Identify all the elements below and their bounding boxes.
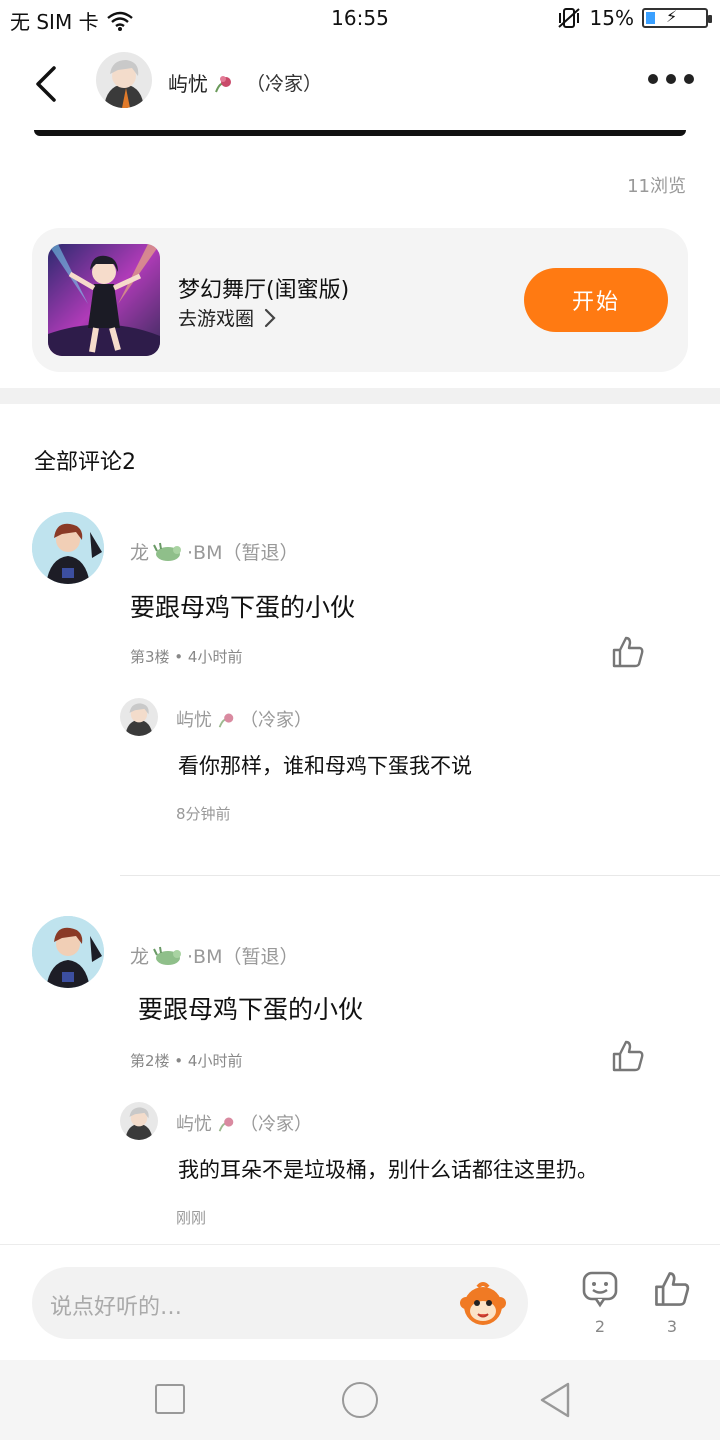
battery-percent: 15% bbox=[589, 6, 634, 30]
flower-emoji-icon bbox=[215, 75, 231, 92]
commenter-name-suffix: ·BM（暂退） bbox=[187, 946, 299, 968]
dot-icon bbox=[666, 74, 676, 84]
status-right: 15% ⚡ bbox=[556, 6, 712, 30]
commenter-name-suffix: ·BM（暂退） bbox=[187, 542, 299, 564]
reply-author-text: 屿忧 bbox=[176, 710, 212, 731]
game-title: 梦幻舞厅(闺蜜版) bbox=[178, 278, 350, 303]
avatar-image bbox=[120, 1102, 158, 1140]
comment-bubble-icon bbox=[582, 1271, 618, 1308]
recent-apps-button[interactable] bbox=[155, 1384, 185, 1414]
reply-time: 8分钟前 bbox=[176, 805, 231, 823]
game-card[interactable]: 梦幻舞厅(闺蜜版) 去游戏圈 开始 bbox=[32, 228, 688, 372]
flower-emoji-icon bbox=[218, 713, 234, 728]
commenter-avatar[interactable] bbox=[32, 916, 104, 988]
comment-like-button[interactable] bbox=[610, 1038, 646, 1074]
wifi-icon bbox=[106, 11, 133, 31]
dot-icon bbox=[684, 74, 694, 84]
commenter-name[interactable]: 龙 ·BM（暂退） bbox=[130, 538, 298, 565]
comment-text: 要跟母鸡下蛋的小伙 bbox=[130, 593, 356, 622]
game-thumbnail[interactable] bbox=[48, 244, 160, 356]
view-count: 11浏览 bbox=[627, 176, 686, 197]
avatar-image bbox=[32, 916, 104, 988]
reply-author-tag: （冷家） bbox=[240, 710, 312, 731]
system-back-button[interactable] bbox=[536, 1380, 572, 1420]
dragon-emoji-icon bbox=[153, 542, 182, 561]
comment-input-placeholder: 说点好听的… bbox=[50, 1295, 183, 1320]
comment-divider bbox=[120, 875, 720, 876]
battery-icon: ⚡ bbox=[642, 7, 712, 28]
game-circle-link-label: 去游戏圈 bbox=[178, 308, 255, 330]
comments-heading: 全部评论2 bbox=[34, 450, 136, 475]
thumbs-up-icon bbox=[612, 1040, 644, 1072]
back-button[interactable] bbox=[28, 62, 68, 106]
reply-avatar[interactable] bbox=[120, 1102, 158, 1140]
comment-text: 要跟母鸡下蛋的小伙 bbox=[130, 995, 363, 1024]
reply-text: 我的耳朵不是垃圾桶，别什么话都往这里扔。 bbox=[178, 1158, 598, 1182]
likes-count: 3 bbox=[666, 1317, 678, 1336]
reply-author-tag: （冷家） bbox=[240, 1114, 312, 1135]
commenter-name[interactable]: 龙 ·BM（暂退） bbox=[130, 942, 298, 969]
comments-count: 2 bbox=[594, 1317, 606, 1336]
author-tag: （冷家） bbox=[246, 73, 323, 95]
battery-fill bbox=[646, 12, 655, 24]
dot-icon bbox=[648, 74, 658, 84]
author-name[interactable]: 屿忧 （冷家） bbox=[168, 68, 322, 97]
game-circle-link[interactable]: 去游戏圈 bbox=[178, 304, 276, 331]
reply-author[interactable]: 屿忧 （冷家） bbox=[176, 1110, 312, 1136]
flower-emoji-icon bbox=[218, 1117, 234, 1132]
commenter-avatar[interactable] bbox=[32, 512, 104, 584]
monkey-emoji-icon bbox=[460, 1282, 506, 1325]
game-thumbnail-image bbox=[48, 244, 160, 356]
author-avatar[interactable] bbox=[96, 52, 152, 108]
content-bottom-edge bbox=[34, 130, 686, 136]
status-left: 无 SIM 卡 bbox=[10, 6, 133, 35]
comment-input-bar: 说点好听的… 2 3 bbox=[0, 1244, 720, 1360]
reply-avatar[interactable] bbox=[120, 698, 158, 736]
author-name-text: 屿忧 bbox=[168, 72, 208, 96]
chevron-right-icon bbox=[264, 308, 276, 327]
vibrate-off-icon bbox=[557, 8, 580, 28]
dragon-emoji-icon bbox=[153, 946, 182, 965]
post-header: 屿忧 （冷家） bbox=[0, 44, 720, 124]
system-nav-bar bbox=[0, 1360, 720, 1440]
emoji-button[interactable] bbox=[458, 1279, 508, 1329]
more-options-button[interactable] bbox=[648, 74, 694, 84]
triangle-back-icon bbox=[540, 1382, 570, 1418]
comment-meta: 第2楼 • 4小时前 bbox=[130, 1052, 243, 1070]
carrier-label: 无 SIM 卡 bbox=[10, 10, 99, 34]
comment-input[interactable]: 说点好听的… bbox=[32, 1267, 528, 1339]
comment-like-button[interactable] bbox=[610, 634, 646, 670]
reply-time: 刚刚 bbox=[176, 1209, 207, 1227]
status-bar: 无 SIM 卡 16:55 15% ⚡ bbox=[0, 0, 720, 36]
home-button[interactable] bbox=[342, 1382, 378, 1418]
commenter-name-text: 龙 bbox=[130, 542, 150, 564]
thumbs-up-icon bbox=[655, 1272, 690, 1306]
comment-meta: 第3楼 • 4小时前 bbox=[130, 648, 243, 666]
reply-author[interactable]: 屿忧 （冷家） bbox=[176, 706, 312, 732]
reply-text: 看你那样，谁和母鸡下蛋我不说 bbox=[178, 754, 472, 778]
avatar-image bbox=[120, 698, 158, 736]
start-game-button[interactable]: 开始 bbox=[524, 268, 668, 332]
avatar-image bbox=[96, 52, 152, 108]
reply-author-text: 屿忧 bbox=[176, 1114, 212, 1135]
commenter-name-text: 龙 bbox=[130, 946, 150, 968]
section-divider bbox=[0, 388, 720, 404]
chevron-left-icon bbox=[36, 66, 56, 102]
post-like-button[interactable]: 3 bbox=[650, 1269, 694, 1336]
avatar-image bbox=[32, 512, 104, 584]
comments-count-button[interactable]: 2 bbox=[578, 1269, 622, 1336]
thumbs-up-icon bbox=[612, 636, 644, 668]
charging-bolt-icon: ⚡ bbox=[666, 7, 678, 26]
